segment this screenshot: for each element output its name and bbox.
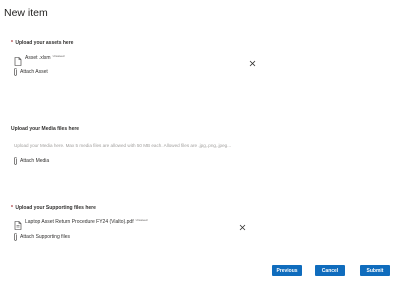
paperclip-icon [13,157,18,165]
media-label-text: Upload your Media files here [11,126,80,132]
attach-media-label: Attach Media [20,158,50,164]
remove-supporting-file-button[interactable] [239,218,246,231]
document-icon [14,53,22,66]
supporting-file-name: Laptop Asset Return Procedure FY24 (Vial… [25,218,134,225]
document-icon [14,217,22,230]
cancel-button[interactable]: Cancel [315,265,345,276]
attach-supporting-files-button[interactable]: Attach Supporting files [13,233,70,241]
paperclip-icon [13,68,18,76]
paperclip-icon [13,233,18,241]
media-placeholder: Upload your Media here. Max 5 media file… [14,143,232,148]
supporting-label-text: Upload your Supporting files here [15,205,96,211]
attach-supporting-label: Attach Supporting files [20,234,71,240]
attach-asset-label: Attach Asset [20,69,48,75]
assets-section-label: * Upload your assets here [11,40,73,46]
form-title: New item [4,7,48,19]
close-icon [239,224,246,231]
asset-file-status: Unsaved [52,53,65,58]
attach-media-button[interactable]: Attach Media [13,157,49,165]
close-icon [249,60,256,67]
attach-asset-button[interactable]: Attach Asset [13,68,48,76]
supporting-file-status: Unsaved [135,217,148,222]
required-marker: * [11,40,13,46]
supporting-section-label: * Upload your Supporting files here [11,205,96,211]
required-marker: * [11,205,13,211]
supporting-file-row[interactable]: Laptop Asset Return Procedure FY24 (Vial… [14,217,260,230]
previous-button[interactable]: Previous [272,265,302,276]
submit-button[interactable]: Submit [360,265,390,276]
asset-file-name: Asset .xlsm [25,54,51,61]
assets-label-text: Upload your assets here [15,40,74,46]
media-section-label: Upload your Media files here [11,126,79,132]
remove-asset-button[interactable] [249,54,256,67]
asset-file-row[interactable]: Asset .xlsm Unsaved [14,53,260,66]
